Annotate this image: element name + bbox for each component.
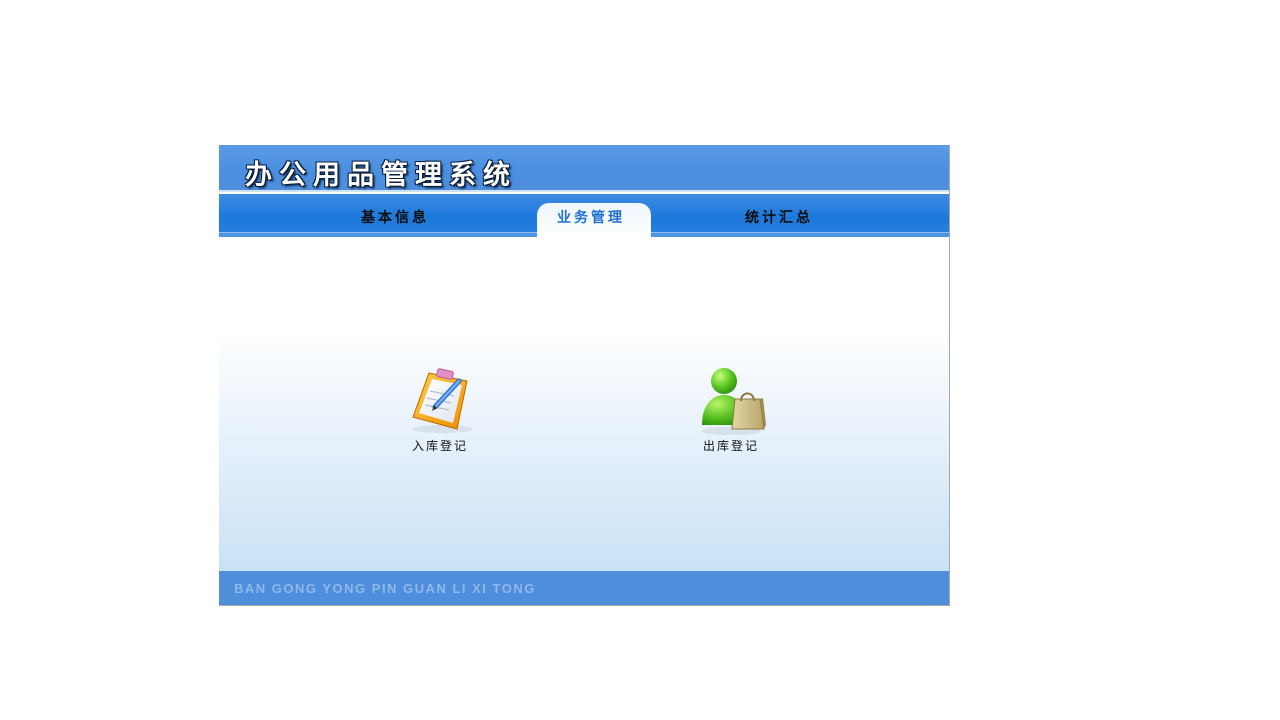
stock-in-label: 入库登记 (411, 439, 468, 453)
clipboard-pencil-icon (395, 365, 485, 437)
title-bar: 办公用品管理系统 (219, 145, 949, 192)
tab-statistics-summary[interactable]: 统计汇总 (745, 207, 813, 229)
user-shopping-bag-icon (686, 365, 776, 437)
stock-in-registration[interactable]: 入库登记 (395, 365, 485, 454)
tab-basic-info[interactable]: 基本信息 (361, 207, 429, 229)
app-window: 办公用品管理系统 基本信息 业务管理 统计汇总 入库登记 出库登记 BAN GO… (219, 145, 950, 606)
stock-out-label: 出库登记 (702, 439, 759, 453)
app-title: 办公用品管理系统 (245, 160, 517, 191)
nav-bar: 基本信息 业务管理 统计汇总 (219, 194, 949, 238)
content-area: 入库登记 出库登记 (219, 237, 949, 571)
tab-business-management[interactable]: 业务管理 (537, 203, 651, 238)
footer-bar: BAN GONG YONG PIN GUAN LI XI TONG (219, 571, 949, 605)
tab-business-management-label: 业务管理 (557, 210, 625, 226)
stock-out-registration[interactable]: 出库登记 (686, 365, 776, 454)
footer-text: BAN GONG YONG PIN GUAN LI XI TONG (234, 581, 536, 596)
